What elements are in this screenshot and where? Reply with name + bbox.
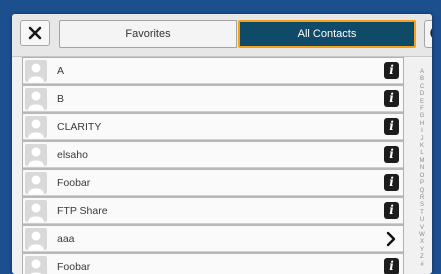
contact-name: Foobar <box>57 177 91 189</box>
contact-row[interactable]: Foobar i <box>23 170 403 196</box>
contact-row[interactable]: Bi <box>23 86 403 112</box>
index-letter[interactable]: U <box>417 217 427 223</box>
contact-name: A <box>57 65 65 77</box>
index-letter[interactable]: A <box>417 69 427 75</box>
person-avatar-icon <box>25 144 47 166</box>
contact-row[interactable]: Ai <box>23 58 403 84</box>
contact-list[interactable]: Ai Bi CLARITY i elsaho i Foobar i FTP Share i aaa F… <box>22 57 404 274</box>
index-letter[interactable]: C <box>417 84 427 90</box>
index-letter[interactable]: O <box>417 173 427 179</box>
index-letter[interactable]: D <box>417 91 427 97</box>
person-avatar-icon <box>25 60 47 82</box>
contacts-panel: Favorites All Contacts Ai Bi CLARITY i elsah… <box>12 14 432 274</box>
close-icon <box>28 26 42 40</box>
person-avatar-icon <box>25 228 47 250</box>
index-letter[interactable]: K <box>417 143 427 149</box>
info-icon[interactable]: i <box>384 118 399 135</box>
contact-name: aaa <box>57 233 75 245</box>
tab-favorites-label: Favorites <box>125 28 171 40</box>
contact-name: elsaho <box>57 149 88 161</box>
index-letter[interactable]: W <box>417 232 427 238</box>
index-letter[interactable]: # <box>417 262 427 268</box>
index-letter[interactable]: I <box>417 128 427 134</box>
contact-row[interactable]: elsaho i <box>23 142 403 168</box>
person-avatar-icon <box>25 172 47 194</box>
index-letter[interactable]: Y <box>417 247 427 253</box>
tab-all-contacts[interactable]: All Contacts <box>238 20 416 48</box>
contact-name: B <box>57 93 65 105</box>
info-icon[interactable]: i <box>384 62 399 79</box>
close-button[interactable] <box>20 20 50 46</box>
contact-name: FTP Share <box>57 205 108 217</box>
alphabet-index-bar[interactable]: A B C D E F G H I J K L M N O P Q R S T U V W X Y Z # <box>415 69 429 269</box>
info-icon[interactable]: i <box>384 258 399 274</box>
search-button[interactable] <box>424 20 432 48</box>
index-letter[interactable]: V <box>417 225 427 231</box>
contact-row[interactable]: FTP Share i <box>23 198 403 224</box>
index-letter[interactable]: G <box>417 113 427 119</box>
index-letter[interactable]: E <box>417 99 427 105</box>
index-letter[interactable]: N <box>417 165 427 171</box>
contact-name: CLARITY <box>57 121 102 133</box>
index-letter[interactable]: R <box>417 195 427 201</box>
index-letter[interactable]: J <box>417 136 427 142</box>
index-letter[interactable]: S <box>417 202 427 208</box>
contact-row[interactable]: Foobar i <box>23 254 403 274</box>
chevron-right-icon[interactable] <box>385 231 397 247</box>
index-letter[interactable]: M <box>417 158 427 164</box>
info-icon[interactable]: i <box>384 146 399 163</box>
index-letter[interactable]: X <box>417 239 427 245</box>
index-letter[interactable]: P <box>417 180 427 186</box>
info-icon[interactable]: i <box>384 90 399 107</box>
info-icon[interactable]: i <box>384 202 399 219</box>
index-letter[interactable]: F <box>417 106 427 112</box>
person-avatar-icon <box>25 116 47 138</box>
tab-all-contacts-label: All Contacts <box>297 28 357 40</box>
tab-favorites[interactable]: Favorites <box>59 20 237 48</box>
contact-row[interactable]: CLARITY i <box>23 114 403 140</box>
index-letter[interactable]: L <box>417 150 427 156</box>
contact-name: Foobar <box>57 261 91 273</box>
contact-row[interactable]: aaa <box>23 226 403 252</box>
index-letter[interactable]: Z <box>417 254 427 260</box>
index-letter[interactable]: H <box>417 121 427 127</box>
index-letter[interactable]: T <box>417 210 427 216</box>
person-avatar-icon <box>25 200 47 222</box>
person-avatar-icon <box>25 88 47 110</box>
index-letter[interactable]: B <box>417 76 427 82</box>
info-icon[interactable]: i <box>384 174 399 191</box>
top-bar: Favorites All Contacts <box>12 14 432 57</box>
search-icon <box>430 28 432 38</box>
index-letter[interactable]: Q <box>417 188 427 194</box>
person-avatar-icon <box>25 256 47 274</box>
